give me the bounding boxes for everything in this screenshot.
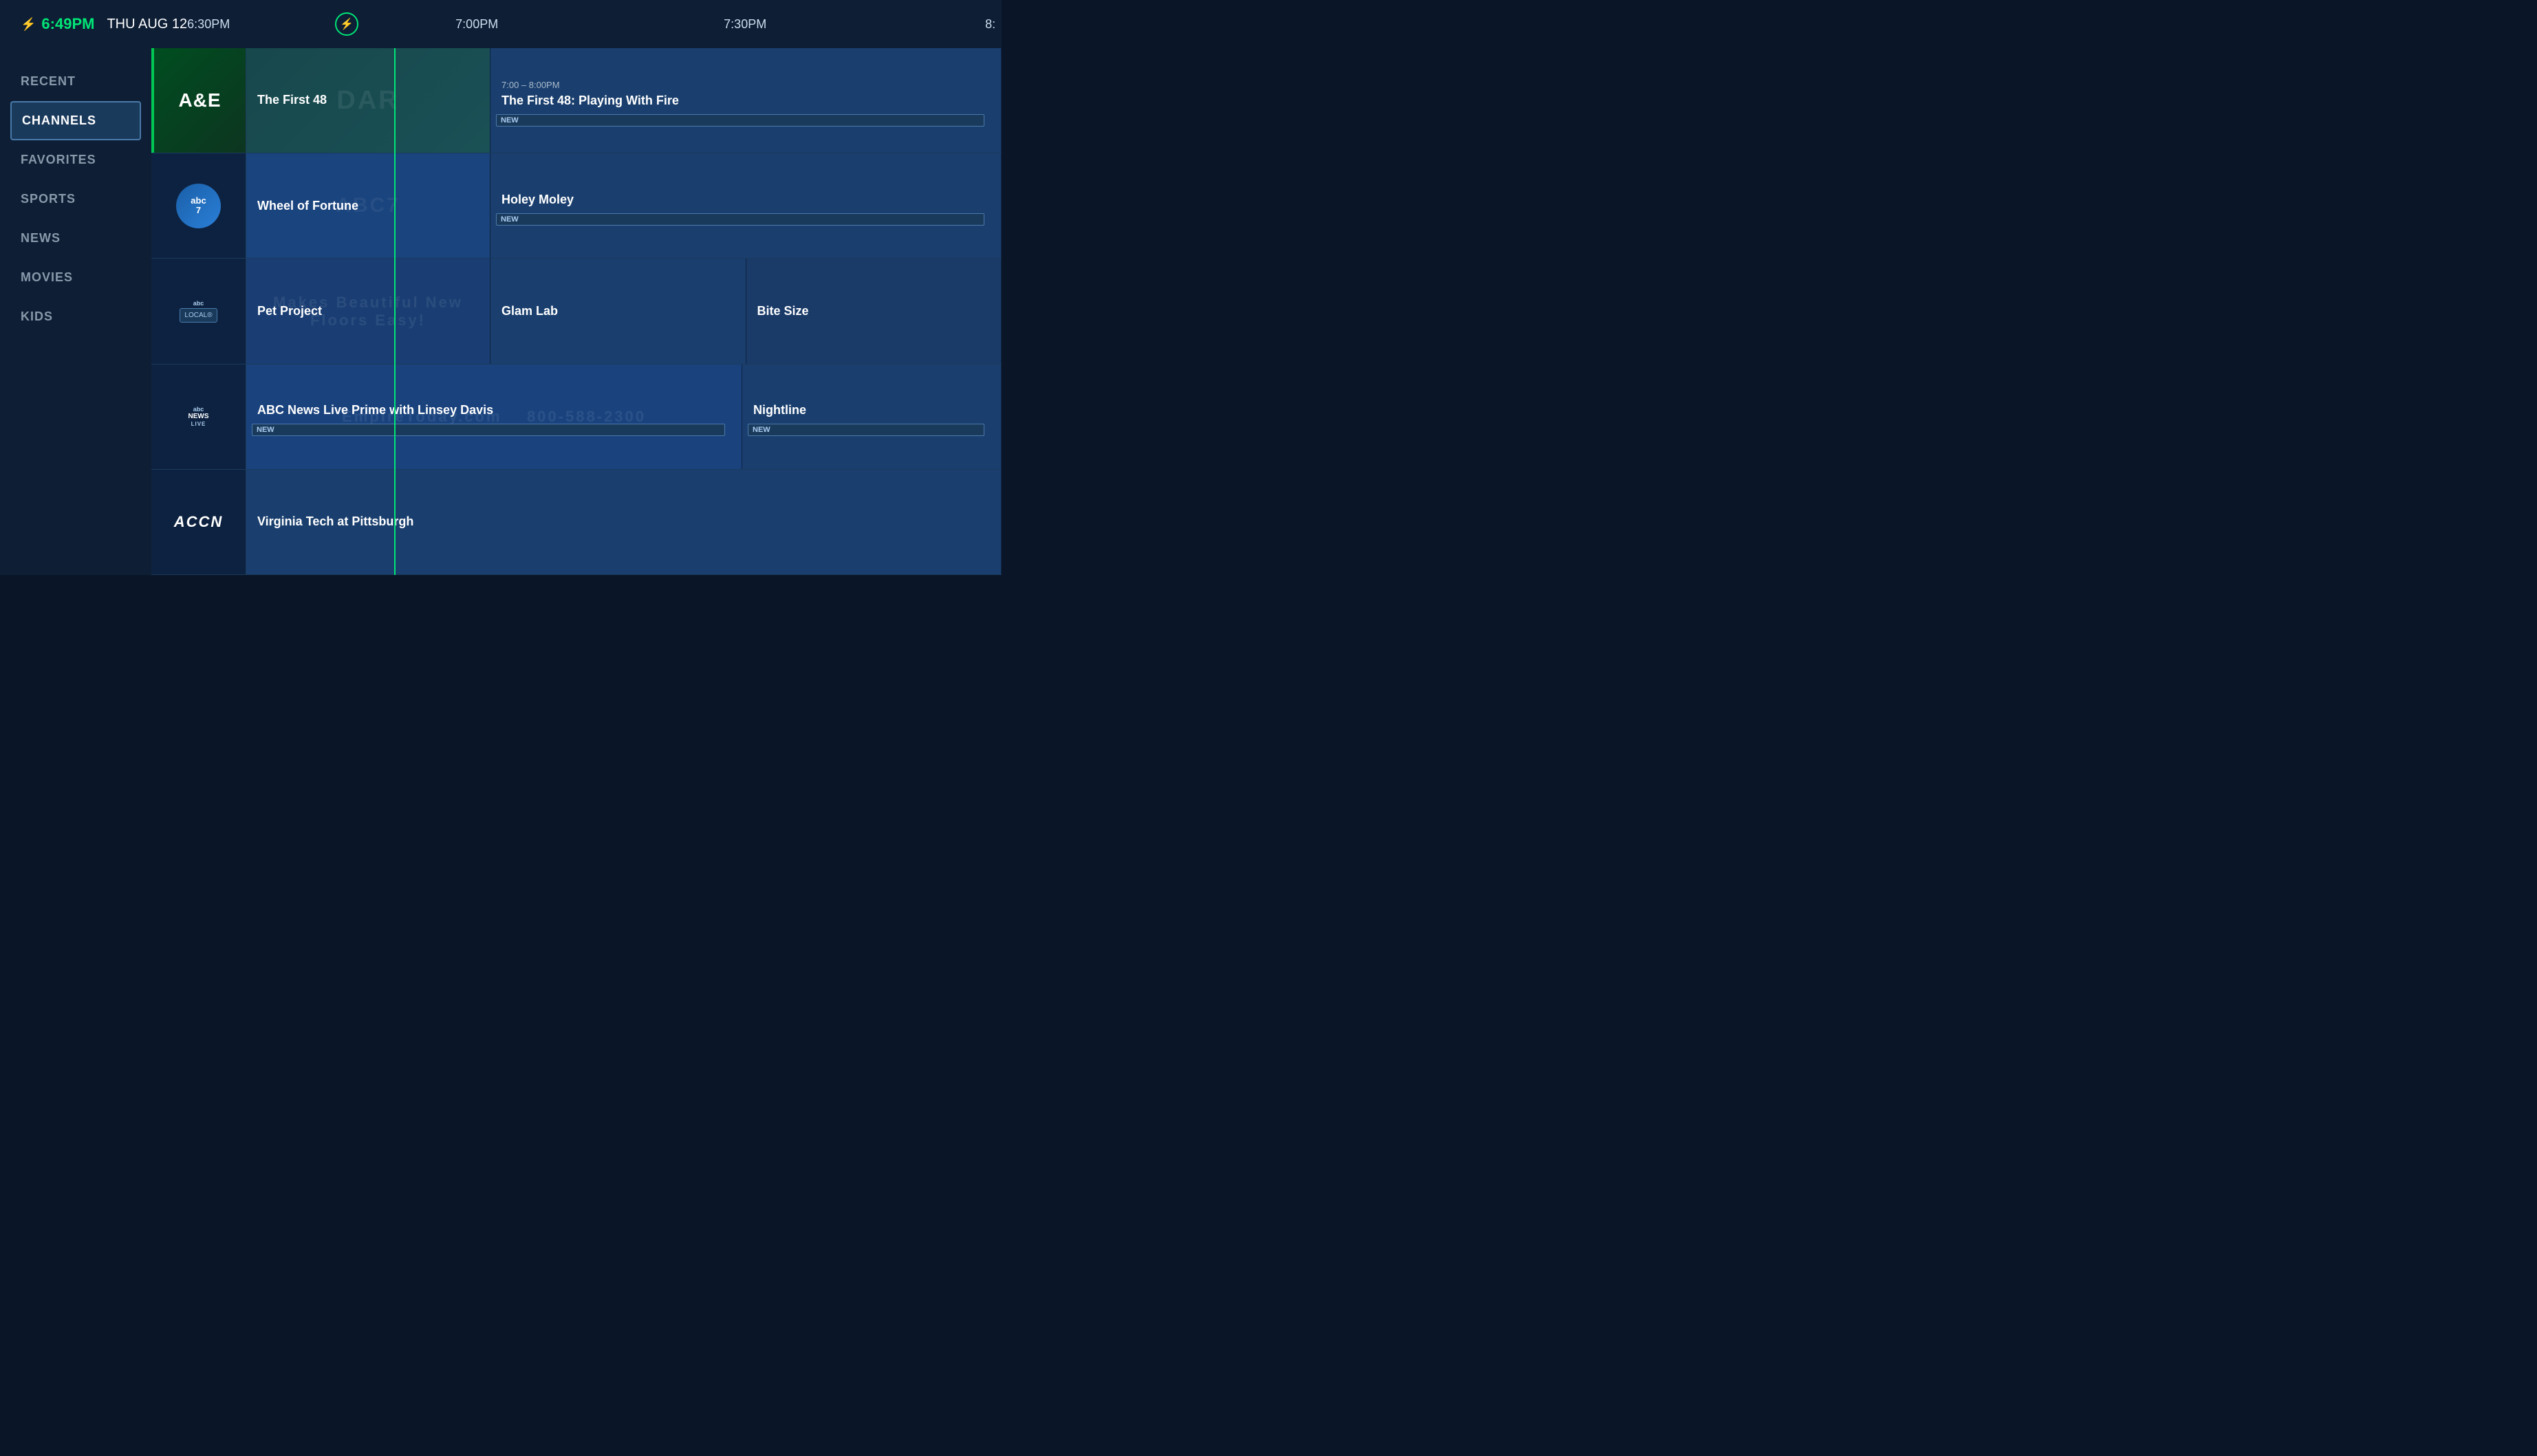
guide-grid: A&E DAR The First 48 7:00 – 8:00PM The F…: [151, 48, 1002, 575]
channel-cell-accn[interactable]: ACCN: [151, 470, 246, 574]
sidebar-item-movies[interactable]: MOVIES: [0, 258, 151, 297]
now-bolt-icon: ⚡: [340, 17, 354, 31]
program-abc-news-live-prime[interactable]: EmpireToday.com 800-588-2300 ABC News Li…: [246, 365, 742, 469]
sidebar: RECENT CHANNELS FAVORITES SPORTS NEWS MO…: [0, 48, 151, 575]
local-logo-text: LOCAL®: [180, 308, 217, 323]
guide-row-ae: A&E DAR The First 48 7:00 – 8:00PM The F…: [151, 48, 1002, 153]
new-badge: NEW: [496, 114, 984, 127]
time-slot-630: 6:30PM: [187, 17, 230, 32]
local-abc-prefix: abc: [193, 300, 204, 307]
ae-channel-logo: A&E: [178, 89, 221, 111]
guide-row-abclocal: abc LOCAL® Makes Beautiful New Floors Ea…: [151, 259, 1002, 364]
abc7-programs: ABC7 Wheel of Fortune Holey Moley NEW: [246, 153, 1002, 258]
program-title: Pet Project: [257, 303, 479, 319]
program-first-48-fire[interactable]: 7:00 – 8:00PM The First 48: Playing With…: [490, 48, 1002, 153]
main-layout: RECENT CHANNELS FAVORITES SPORTS NEWS MO…: [0, 48, 1002, 575]
accn-programs: Virginia Tech at Pittsburgh: [246, 470, 1002, 574]
abcnewslive-channel-logo: abc NEWS LIVE: [188, 406, 209, 428]
accn-channel-logo: ACCN: [174, 513, 224, 531]
program-wheel-of-fortune[interactable]: ABC7 Wheel of Fortune: [246, 153, 490, 258]
program-title: ABC News Live Prime with Linsey Davis: [257, 402, 731, 418]
program-holey-moley[interactable]: Holey Moley NEW: [490, 153, 1002, 258]
program-the-first-48[interactable]: DAR The First 48: [246, 48, 490, 153]
time-slot-800: 8:: [985, 17, 995, 32]
program-title: Bite Size: [757, 303, 991, 319]
time-slot-700: 7:00PM: [455, 17, 498, 32]
new-badge: NEW: [496, 213, 984, 226]
ae-logo-text: A&E: [178, 89, 221, 111]
abcnewslive-logo-text: abc NEWS LIVE: [188, 406, 209, 428]
program-virginia-tech[interactable]: Virginia Tech at Pittsburgh: [246, 470, 1002, 574]
program-pet-project[interactable]: Makes Beautiful New Floors Easy! Pet Pro…: [246, 259, 490, 363]
program-title: The First 48: Playing With Fire: [501, 93, 990, 109]
header: ⚡ 6:49PM THU AUG 12 ⚡ 6:30PM 7:00PM 7:30…: [0, 0, 1002, 48]
new-badge: NEW: [252, 424, 725, 436]
abcnewslive-programs: EmpireToday.com 800-588-2300 ABC News Li…: [246, 365, 1002, 469]
time-slot-730: 7:30PM: [724, 17, 766, 32]
program-title: Wheel of Fortune: [257, 198, 479, 214]
channel-cell-abcnewslive[interactable]: abc NEWS LIVE: [151, 365, 246, 469]
lightning-icon: ⚡: [21, 17, 36, 32]
current-date: THU AUG 12: [107, 17, 187, 32]
now-indicator: ⚡: [335, 12, 358, 36]
header-time-section: ⚡ 6:49PM THU AUG 12: [21, 15, 187, 33]
channel-cell-abc7[interactable]: abc7: [151, 153, 246, 258]
program-bite-size[interactable]: Bite Size: [746, 259, 1002, 363]
local-programs: Makes Beautiful New Floors Easy! Pet Pro…: [246, 259, 1002, 363]
sidebar-item-kids[interactable]: KIDS: [0, 297, 151, 336]
guide-rows: A&E DAR The First 48 7:00 – 8:00PM The F…: [151, 48, 1002, 575]
program-nightline[interactable]: Nightline NEW: [742, 365, 1002, 469]
abc7-logo-text: abc7: [176, 184, 221, 228]
program-title: Virginia Tech at Pittsburgh: [257, 514, 990, 530]
ae-programs: DAR The First 48 7:00 – 8:00PM The First…: [246, 48, 1002, 153]
guide-row-abcnewslive: abc NEWS LIVE EmpireToday.com 800-588-23…: [151, 365, 1002, 470]
guide-row-accn: ACCN Virginia Tech at Pittsburgh: [151, 470, 1002, 575]
sidebar-item-favorites[interactable]: FAVORITES: [0, 140, 151, 180]
sidebar-item-channels[interactable]: CHANNELS: [10, 101, 141, 140]
program-title: The First 48: [257, 92, 479, 108]
sidebar-item-news[interactable]: NEWS: [0, 219, 151, 258]
local-channel-logo: abc LOCAL®: [180, 300, 217, 323]
channel-cell-ae[interactable]: A&E: [151, 48, 246, 153]
program-time: 7:00 – 8:00PM: [501, 80, 990, 90]
sidebar-item-recent[interactable]: RECENT: [0, 62, 151, 101]
abc7-channel-logo: abc7: [176, 187, 221, 225]
program-title: Nightline: [753, 402, 990, 418]
current-time-line: [394, 48, 396, 575]
program-title: Holey Moley: [501, 192, 990, 208]
program-title: Glam Lab: [501, 303, 735, 319]
program-glam-lab[interactable]: Glam Lab: [490, 259, 746, 363]
new-badge: NEW: [748, 424, 984, 436]
current-time: 6:49PM: [41, 15, 94, 33]
channel-cell-local[interactable]: abc LOCAL®: [151, 259, 246, 363]
sidebar-item-sports[interactable]: SPORTS: [0, 180, 151, 219]
accn-logo-text: ACCN: [174, 513, 224, 531]
guide-row-abc7: abc7 ABC7 Wheel of Fortune Holey Moley N…: [151, 153, 1002, 259]
